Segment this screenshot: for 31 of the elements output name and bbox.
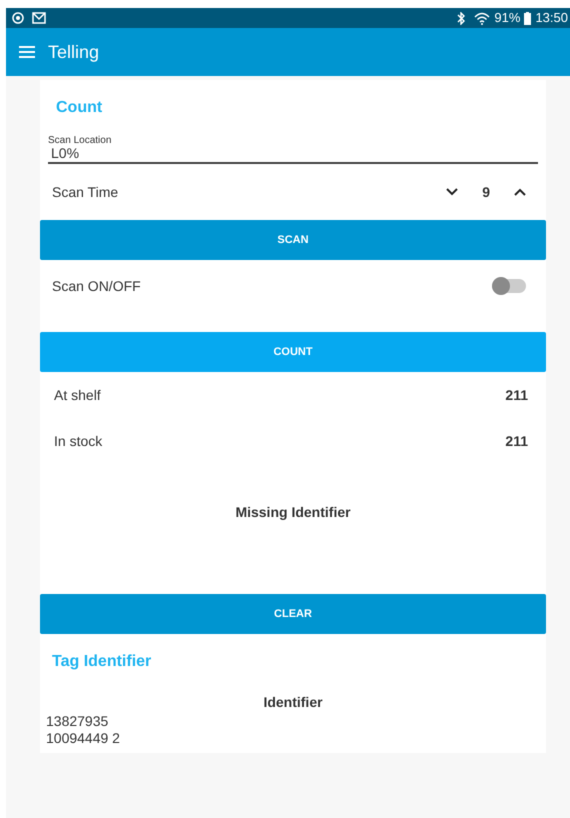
clock: 13:50: [535, 9, 568, 28]
target-icon: [12, 12, 24, 24]
clear-button[interactable]: CLEAR: [40, 594, 546, 634]
increase-icon[interactable]: [514, 188, 526, 196]
identifier-cell-text: 13827935: [46, 713, 110, 730]
battery-icon: [524, 12, 532, 24]
count-label: At shelf: [54, 386, 102, 404]
app-title: Telling: [48, 40, 100, 64]
row-label: Scan Time: [52, 182, 120, 202]
wifi-icon: [474, 12, 490, 24]
battery-level: 91%: [494, 9, 520, 28]
row-label: Scan ON/OFF: [52, 276, 142, 296]
identifier-cell-text: 10094449 2: [46, 730, 121, 747]
bluetooth-icon: [456, 12, 466, 24]
text-field[interactable]: Scan Location L0%: [48, 136, 538, 164]
count-label: In stock: [54, 432, 104, 450]
count-value: 211: [505, 386, 528, 404]
count-button[interactable]: COUNT: [40, 332, 546, 372]
scan-button[interactable]: SCAN: [40, 220, 546, 260]
column-header: Identifier: [263, 693, 323, 712]
toggle-switch[interactable]: [492, 279, 526, 293]
field-label: Scan Location: [48, 136, 112, 146]
stepper-value: 9: [482, 182, 490, 202]
mail-icon: [32, 12, 46, 24]
decrease-icon[interactable]: [446, 188, 458, 196]
missing-identifier-heading: Missing Identifier: [235, 503, 351, 522]
field-value: L0%: [50, 146, 80, 160]
count-value: 211: [505, 432, 528, 450]
section-title: Tag Identifier: [51, 652, 152, 672]
section-title: Count: [55, 98, 104, 118]
menu-icon[interactable]: [18, 45, 36, 59]
